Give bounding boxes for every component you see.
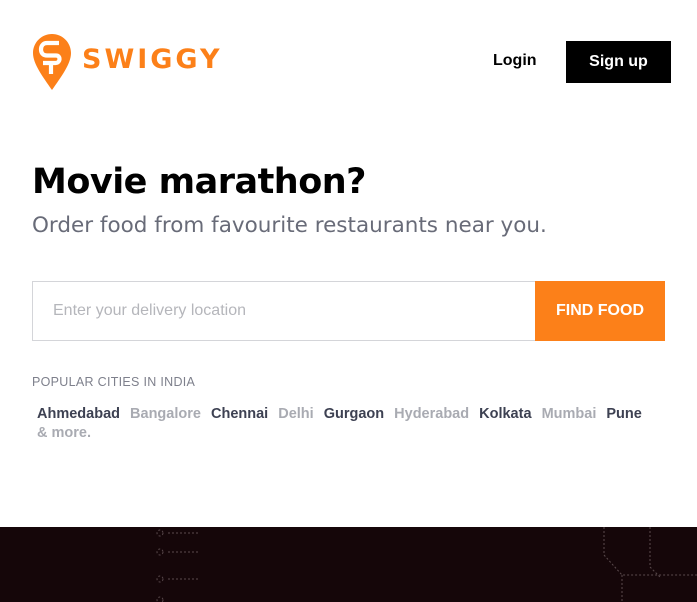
hero-title: Movie marathon? — [32, 162, 367, 202]
find-food-button[interactable]: FIND FOOD — [535, 281, 665, 341]
swiggy-logo[interactable]: SWIGGY — [32, 33, 223, 91]
login-link[interactable]: Login — [493, 52, 537, 70]
landing-page: SWIGGY Login Sign up Movie marathon? Ord… — [0, 0, 697, 602]
popular-cities-list: Ahmedabad Bangalore Chennai Delhi Gurgao… — [37, 405, 667, 443]
brand-name: SWIGGY — [82, 43, 223, 75]
city-link-mumbai[interactable]: Mumbai — [542, 406, 597, 422]
location-search-box: FIND FOOD — [32, 281, 665, 341]
city-link-kolkata[interactable]: Kolkata — [479, 406, 531, 422]
delivery-location-input[interactable] — [33, 282, 535, 340]
city-link-delhi[interactable]: Delhi — [278, 406, 313, 422]
city-link-ahmedabad[interactable]: Ahmedabad — [37, 406, 120, 422]
city-link-pune[interactable]: Pune — [606, 406, 641, 422]
city-link-chennai[interactable]: Chennai — [211, 406, 268, 422]
popular-cities-heading: POPULAR CITIES IN INDIA — [32, 375, 196, 389]
more-cities-link[interactable]: & more. — [37, 425, 91, 441]
city-link-bangalore[interactable]: Bangalore — [130, 406, 201, 422]
footer-band — [0, 527, 697, 602]
circuit-pattern-decoration — [156, 527, 697, 602]
city-link-gurgaon[interactable]: Gurgaon — [324, 406, 384, 422]
swiggy-pin-icon — [33, 34, 71, 90]
hero-subtitle: Order food from favourite restaurants ne… — [32, 213, 547, 238]
signup-button[interactable]: Sign up — [566, 41, 671, 83]
city-link-hyderabad[interactable]: Hyderabad — [394, 406, 469, 422]
